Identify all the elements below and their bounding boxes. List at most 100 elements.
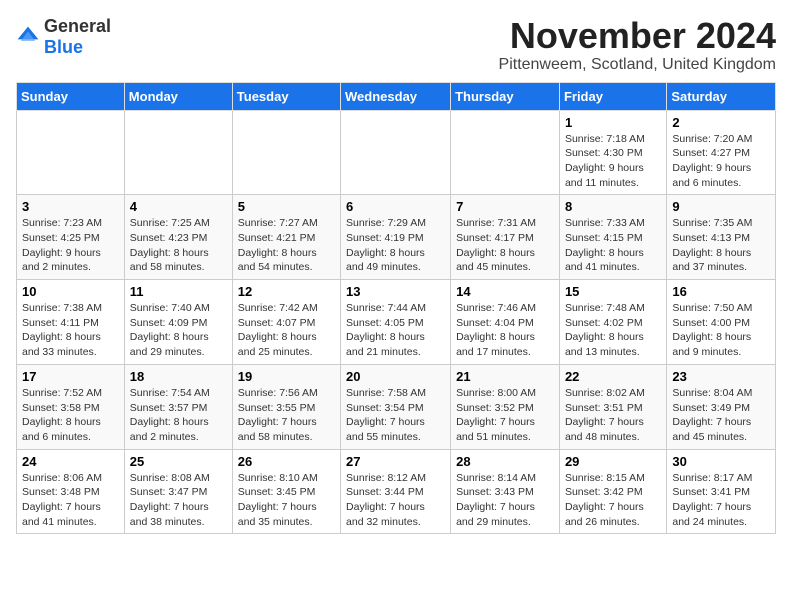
calendar-cell: 24Sunrise: 8:06 AM Sunset: 3:48 PM Dayli…	[17, 449, 125, 534]
calendar-cell: 22 Sunrise: 8:02 AM Sunset: 3:51 PM Dayli…	[559, 364, 666, 449]
day-number: 19	[238, 369, 335, 384]
calendar-cell: 4 Sunrise: 7:25 AM Sunset: 4:23 PM Daylig…	[124, 195, 232, 280]
day-info: Sunrise: 8:02 AM Sunset: 3:51 PM Dayligh…	[565, 386, 661, 445]
day-info: Sunrise: 7:44 AM Sunset: 4:05 PM Dayligh…	[346, 301, 445, 360]
column-header-tuesday: Tuesday	[232, 82, 340, 110]
calendar-cell: 16 Sunrise: 7:50 AM Sunset: 4:00 PM Dayli…	[667, 280, 776, 365]
day-info: Sunrise: 7:56 AM Sunset: 3:55 PM Dayligh…	[238, 386, 335, 445]
day-info: Sunrise: 8:17 AM Sunset: 3:41 PM Dayligh…	[672, 471, 770, 530]
calendar-cell: 11 Sunrise: 7:40 AM Sunset: 4:09 PM Dayli…	[124, 280, 232, 365]
day-info: Sunrise: 7:23 AM Sunset: 4:25 PM Dayligh…	[22, 216, 119, 275]
calendar-cell	[124, 110, 232, 195]
day-info: Sunrise: 7:18 AM Sunset: 4:30 PM Dayligh…	[565, 132, 661, 191]
day-info: Sunrise: 8:14 AM Sunset: 3:43 PM Dayligh…	[456, 471, 554, 530]
calendar-cell: 1 Sunrise: 7:18 AM Sunset: 4:30 PM Daylig…	[559, 110, 666, 195]
day-number: 28	[456, 454, 554, 469]
day-info: Sunrise: 7:25 AM Sunset: 4:23 PM Dayligh…	[130, 216, 227, 275]
calendar-cell: 27Sunrise: 8:12 AM Sunset: 3:44 PM Dayli…	[341, 449, 451, 534]
day-info: Sunrise: 8:10 AM Sunset: 3:45 PM Dayligh…	[238, 471, 335, 530]
day-number: 5	[238, 199, 335, 214]
calendar-cell: 18Sunrise: 7:54 AM Sunset: 3:57 PM Dayli…	[124, 364, 232, 449]
calendar-cell: 28 Sunrise: 8:14 AM Sunset: 3:43 PM Dayli…	[451, 449, 560, 534]
day-info: Sunrise: 7:40 AM Sunset: 4:09 PM Dayligh…	[130, 301, 227, 360]
column-header-wednesday: Wednesday	[341, 82, 451, 110]
calendar-cell: 9 Sunrise: 7:35 AM Sunset: 4:13 PM Daylig…	[667, 195, 776, 280]
calendar-cell: 10 Sunrise: 7:38 AM Sunset: 4:11 PM Dayli…	[17, 280, 125, 365]
day-info: Sunrise: 8:06 AM Sunset: 3:48 PM Dayligh…	[22, 471, 119, 530]
calendar-week-row: 17 Sunrise: 7:52 AM Sunset: 3:58 PM Dayli…	[17, 364, 776, 449]
column-header-thursday: Thursday	[451, 82, 560, 110]
day-info: Sunrise: 7:33 AM Sunset: 4:15 PM Dayligh…	[565, 216, 661, 275]
day-number: 9	[672, 199, 770, 214]
day-info: Sunrise: 7:42 AM Sunset: 4:07 PM Dayligh…	[238, 301, 335, 360]
day-number: 2	[672, 115, 770, 130]
day-number: 8	[565, 199, 661, 214]
logo-text-general: General	[44, 16, 111, 36]
calendar-cell	[232, 110, 340, 195]
calendar-cell: 12Sunrise: 7:42 AM Sunset: 4:07 PM Dayli…	[232, 280, 340, 365]
location-subtitle: Pittenweem, Scotland, United Kingdom	[499, 56, 776, 74]
day-info: Sunrise: 7:29 AM Sunset: 4:19 PM Dayligh…	[346, 216, 445, 275]
calendar-cell: 2 Sunrise: 7:20 AM Sunset: 4:27 PM Daylig…	[667, 110, 776, 195]
day-number: 26	[238, 454, 335, 469]
day-info: Sunrise: 8:08 AM Sunset: 3:47 PM Dayligh…	[130, 471, 227, 530]
page-header: General Blue November 2024 Pittenweem, S…	[16, 16, 776, 74]
day-info: Sunrise: 7:52 AM Sunset: 3:58 PM Dayligh…	[22, 386, 119, 445]
day-number: 17	[22, 369, 119, 384]
day-info: Sunrise: 7:48 AM Sunset: 4:02 PM Dayligh…	[565, 301, 661, 360]
calendar-week-row: 24Sunrise: 8:06 AM Sunset: 3:48 PM Dayli…	[17, 449, 776, 534]
day-number: 11	[130, 284, 227, 299]
column-header-saturday: Saturday	[667, 82, 776, 110]
day-info: Sunrise: 7:58 AM Sunset: 3:54 PM Dayligh…	[346, 386, 445, 445]
day-info: Sunrise: 7:50 AM Sunset: 4:00 PM Dayligh…	[672, 301, 770, 360]
day-info: Sunrise: 7:38 AM Sunset: 4:11 PM Dayligh…	[22, 301, 119, 360]
logo: General Blue	[16, 16, 111, 58]
calendar-cell: 15Sunrise: 7:48 AM Sunset: 4:02 PM Dayli…	[559, 280, 666, 365]
calendar-cell: 13 Sunrise: 7:44 AM Sunset: 4:05 PM Dayli…	[341, 280, 451, 365]
calendar-cell: 19 Sunrise: 7:56 AM Sunset: 3:55 PM Dayli…	[232, 364, 340, 449]
day-number: 16	[672, 284, 770, 299]
day-number: 18	[130, 369, 227, 384]
calendar-cell	[451, 110, 560, 195]
day-info: Sunrise: 8:04 AM Sunset: 3:49 PM Dayligh…	[672, 386, 770, 445]
column-header-sunday: Sunday	[17, 82, 125, 110]
day-info: Sunrise: 7:20 AM Sunset: 4:27 PM Dayligh…	[672, 132, 770, 191]
day-number: 1	[565, 115, 661, 130]
day-info: Sunrise: 8:00 AM Sunset: 3:52 PM Dayligh…	[456, 386, 554, 445]
calendar-cell: 7Sunrise: 7:31 AM Sunset: 4:17 PM Daylig…	[451, 195, 560, 280]
day-info: Sunrise: 8:12 AM Sunset: 3:44 PM Dayligh…	[346, 471, 445, 530]
calendar-week-row: 1 Sunrise: 7:18 AM Sunset: 4:30 PM Daylig…	[17, 110, 776, 195]
calendar-cell: 23Sunrise: 8:04 AM Sunset: 3:49 PM Dayli…	[667, 364, 776, 449]
day-number: 21	[456, 369, 554, 384]
column-header-monday: Monday	[124, 82, 232, 110]
day-number: 4	[130, 199, 227, 214]
day-info: Sunrise: 7:46 AM Sunset: 4:04 PM Dayligh…	[456, 301, 554, 360]
calendar-cell: 17 Sunrise: 7:52 AM Sunset: 3:58 PM Dayli…	[17, 364, 125, 449]
day-number: 3	[22, 199, 119, 214]
calendar-cell: 30Sunrise: 8:17 AM Sunset: 3:41 PM Dayli…	[667, 449, 776, 534]
calendar-cell: 6 Sunrise: 7:29 AM Sunset: 4:19 PM Daylig…	[341, 195, 451, 280]
calendar-cell: 14Sunrise: 7:46 AM Sunset: 4:04 PM Dayli…	[451, 280, 560, 365]
column-header-friday: Friday	[559, 82, 666, 110]
day-number: 7	[456, 199, 554, 214]
calendar-table: SundayMondayTuesdayWednesdayThursdayFrid…	[16, 82, 776, 535]
calendar-cell: 26 Sunrise: 8:10 AM Sunset: 3:45 PM Dayli…	[232, 449, 340, 534]
logo-text-blue: Blue	[44, 37, 83, 57]
day-number: 20	[346, 369, 445, 384]
day-number: 6	[346, 199, 445, 214]
calendar-week-row: 10 Sunrise: 7:38 AM Sunset: 4:11 PM Dayli…	[17, 280, 776, 365]
calendar-cell: 3 Sunrise: 7:23 AM Sunset: 4:25 PM Daylig…	[17, 195, 125, 280]
logo-icon	[16, 25, 40, 49]
month-title: November 2024	[499, 16, 776, 56]
calendar-week-row: 3 Sunrise: 7:23 AM Sunset: 4:25 PM Daylig…	[17, 195, 776, 280]
day-number: 22	[565, 369, 661, 384]
day-number: 29	[565, 454, 661, 469]
day-number: 10	[22, 284, 119, 299]
day-info: Sunrise: 7:35 AM Sunset: 4:13 PM Dayligh…	[672, 216, 770, 275]
calendar-cell	[341, 110, 451, 195]
calendar-cell: 29Sunrise: 8:15 AM Sunset: 3:42 PM Dayli…	[559, 449, 666, 534]
title-area: November 2024 Pittenweem, Scotland, Unit…	[499, 16, 776, 74]
day-number: 25	[130, 454, 227, 469]
calendar-cell: 25 Sunrise: 8:08 AM Sunset: 3:47 PM Dayli…	[124, 449, 232, 534]
day-number: 13	[346, 284, 445, 299]
